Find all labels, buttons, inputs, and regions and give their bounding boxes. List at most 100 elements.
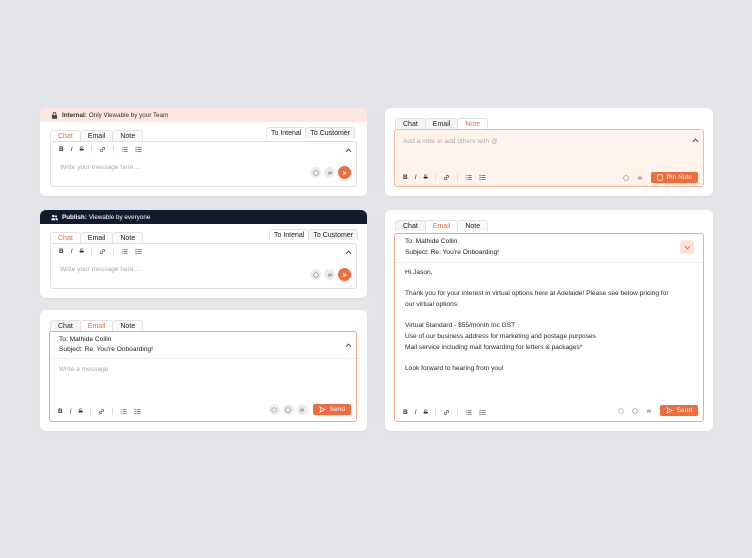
tab-note[interactable]: Note [112, 130, 144, 141]
send-button[interactable] [338, 268, 351, 281]
tab-chat[interactable]: Chat [50, 320, 81, 331]
email-box: To: Mathide Collin Subject: Re: You're O… [394, 233, 704, 422]
bullet-list-icon[interactable] [135, 248, 142, 255]
ordered-list-icon[interactable] [465, 409, 472, 416]
email-body[interactable]: Hi Jason, Thank you for your interest in… [405, 268, 669, 375]
bold-button[interactable]: B [403, 409, 408, 416]
strike-button[interactable]: S [424, 409, 428, 416]
tab-email[interactable]: Email [79, 320, 114, 331]
link-icon[interactable] [443, 174, 450, 181]
banner-label: Publish: [62, 213, 87, 221]
message-input[interactable]: Write your message here... [60, 164, 139, 171]
to-internal-button[interactable]: To Intenal [269, 229, 310, 240]
bold-button[interactable]: B [59, 146, 64, 153]
emoji-icon[interactable] [310, 167, 321, 178]
send-button[interactable] [338, 166, 351, 179]
hash-icon[interactable] [324, 269, 335, 280]
banner-text: Viewable by everyone [88, 213, 151, 221]
link-icon[interactable] [98, 408, 105, 415]
note-box: Add a note or add others with @ B I S Pi… [394, 129, 704, 187]
emoji-icon[interactable] [630, 405, 641, 416]
link-icon[interactable] [99, 146, 106, 153]
italic-button[interactable]: I [415, 409, 417, 416]
tab-email[interactable]: Email [79, 232, 114, 243]
emoji-icon[interactable] [621, 172, 632, 183]
tab-chat[interactable]: Chat [395, 220, 426, 231]
italic-button[interactable]: I [70, 408, 72, 415]
body-line: Thank you for your interest in virtual o… [405, 290, 669, 298]
link-icon[interactable] [443, 409, 450, 416]
publish-composer-card: Publish: Viewable by everyone Chat Email… [40, 210, 367, 298]
format-toolbar: B I S [403, 174, 493, 181]
emoji-icon[interactable] [282, 404, 294, 415]
bold-button[interactable]: B [59, 248, 64, 255]
tab-email[interactable]: Email [424, 118, 459, 129]
tab-note[interactable]: Note [457, 220, 489, 231]
email-to[interactable]: To: Mathide Collin [59, 335, 111, 345]
ordered-list-icon[interactable] [121, 248, 128, 255]
tab-note[interactable]: Note [112, 232, 144, 243]
attach-icon[interactable] [616, 405, 627, 416]
to-customer-button[interactable]: To Customer [305, 127, 356, 138]
to-internal-button[interactable]: To Intenal [266, 127, 307, 138]
chevron-up-icon[interactable] [691, 136, 699, 144]
tab-email[interactable]: Email [424, 220, 459, 231]
italic-button[interactable]: I [71, 146, 73, 153]
format-toolbar: B I S [59, 248, 149, 255]
strike-button[interactable]: S [79, 408, 83, 415]
chevron-up-icon[interactable] [344, 248, 352, 256]
ordered-list-icon[interactable] [465, 174, 472, 181]
bold-button[interactable]: B [403, 174, 408, 181]
italic-button[interactable]: I [71, 248, 73, 255]
send-button[interactable]: Send [312, 404, 351, 415]
send-label: Send [676, 407, 692, 414]
bullet-list-icon[interactable] [134, 408, 141, 415]
message-input[interactable]: Write a message [59, 366, 108, 373]
send-icon [318, 406, 326, 413]
chevron-up-icon[interactable] [344, 341, 352, 349]
email-subject[interactable]: Subject: Re: You're Onboarding! [59, 345, 153, 355]
pin-note-button[interactable]: Pin Note [650, 172, 698, 183]
emoji-icon[interactable] [310, 269, 321, 280]
strike-button[interactable]: S [80, 146, 84, 153]
toolbar-divider [434, 409, 436, 416]
format-toolbar: B I S [59, 146, 149, 153]
toolbar-divider [90, 248, 92, 255]
bullet-list-icon[interactable] [135, 146, 142, 153]
tab-chat[interactable]: Chat [395, 118, 426, 129]
chevron-down-icon[interactable] [680, 240, 694, 254]
toolbar-divider [456, 409, 458, 416]
tab-email[interactable]: Email [79, 130, 114, 141]
hash-icon[interactable] [635, 172, 646, 183]
toolbar-divider [111, 408, 113, 415]
attach-icon[interactable] [268, 404, 280, 415]
strike-button[interactable]: S [80, 248, 84, 255]
email-subject[interactable]: Subject: Re: You're Onboarding! [405, 248, 499, 258]
bullet-list-icon[interactable] [479, 409, 486, 416]
chevron-up-icon[interactable] [344, 146, 352, 154]
italic-button[interactable]: I [415, 174, 417, 181]
strike-button[interactable]: S [424, 174, 428, 181]
ordered-list-icon[interactable] [120, 408, 127, 415]
bold-button[interactable]: B [58, 408, 63, 415]
note-composer-card: Chat Email Note Add a note or add others… [385, 108, 713, 196]
tab-chat[interactable]: Chat [50, 130, 81, 141]
link-icon[interactable] [99, 248, 106, 255]
to-customer-button[interactable]: To Customer [308, 229, 359, 240]
tab-note[interactable]: Note [112, 320, 144, 331]
send-button[interactable]: Send [659, 405, 698, 416]
email-draft-card: Chat Email Note To: Mathide Collin Subje… [385, 210, 713, 431]
note-input[interactable]: Add a note or add others with @ [403, 138, 498, 145]
hash-icon[interactable] [644, 405, 655, 416]
bullet-list-icon[interactable] [479, 174, 486, 181]
tab-chat[interactable]: Chat [50, 232, 81, 243]
tab-note[interactable]: Note [457, 118, 489, 129]
hash-icon[interactable] [324, 167, 335, 178]
ordered-list-icon[interactable] [121, 146, 128, 153]
banner-text: Only Viewable by your Team [88, 111, 169, 119]
email-to[interactable]: To: Mathide Collin [405, 237, 457, 247]
body-line: Virtual Standard - $55/month Inc GST [405, 322, 516, 330]
lock-icon [51, 111, 58, 119]
message-input[interactable]: Write your message here... [60, 266, 139, 273]
hash-icon[interactable] [296, 404, 308, 415]
